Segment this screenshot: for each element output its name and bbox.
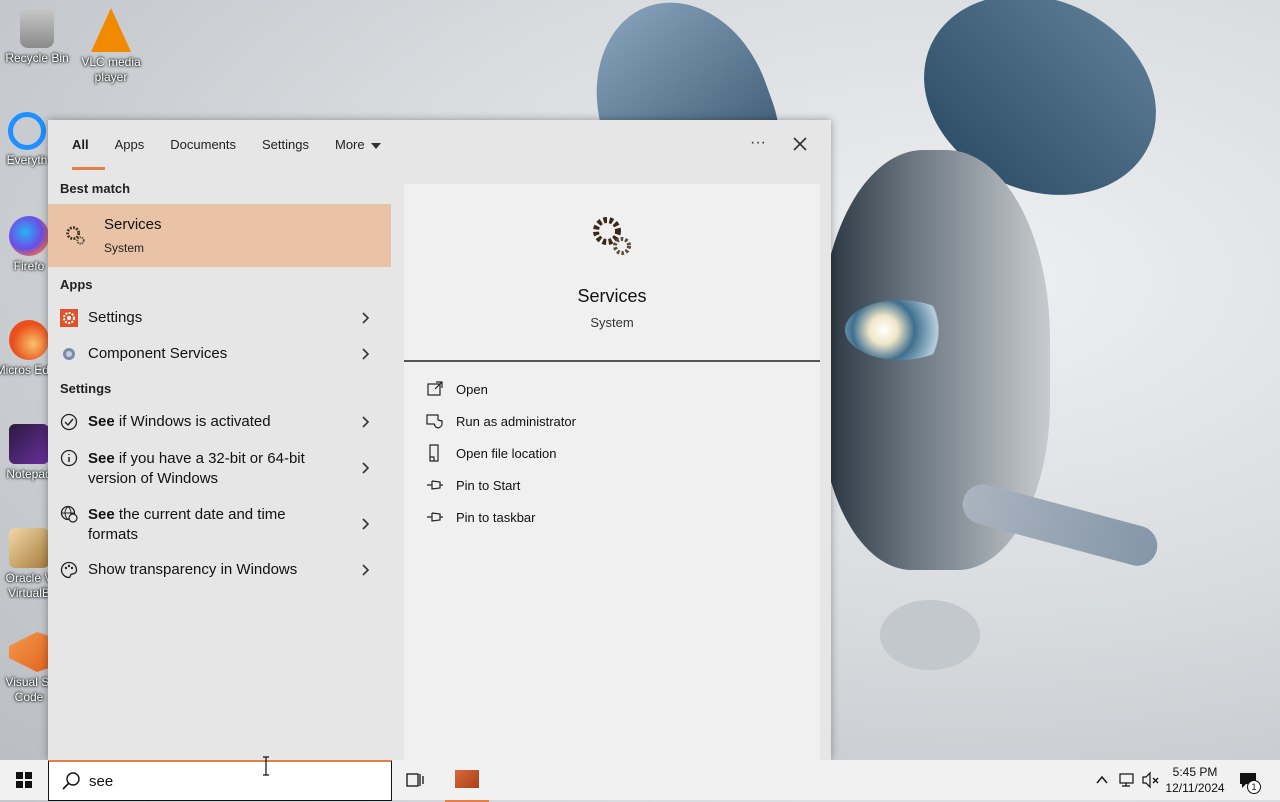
setting-item-text: See if you have a 32-bit or 64-bit versio… — [88, 450, 305, 487]
file-location-icon — [429, 444, 439, 462]
text-cursor-icon — [263, 756, 269, 776]
notepad-icon — [9, 424, 49, 464]
chevron-down-icon — [370, 142, 381, 149]
search-icon — [62, 772, 80, 790]
action-center-button[interactable]: 1 — [1238, 770, 1261, 794]
volume-muted-icon[interactable] — [1141, 771, 1161, 789]
gears-icon — [66, 226, 85, 245]
globe-clock-icon — [60, 505, 78, 523]
component-services-icon — [63, 348, 75, 360]
app-item-settings[interactable]: Settings — [48, 301, 391, 335]
preview-divider — [404, 360, 820, 362]
task-view-icon[interactable] — [405, 770, 425, 790]
windows-start-icon[interactable] — [0, 760, 48, 800]
palette-icon — [60, 561, 78, 579]
action-label: Run as administrator — [456, 414, 576, 429]
action-open[interactable]: Open — [426, 380, 726, 400]
taskbar: see 5:45 PM 12/11/2024 1 — [0, 760, 1280, 802]
filter-tabs: All Apps Documents Settings More — [48, 120, 831, 170]
chevron-right-icon — [362, 312, 370, 324]
tab-documents[interactable]: Documents — [157, 120, 249, 170]
action-label: Open file location — [456, 446, 557, 461]
pin-icon — [427, 480, 443, 490]
preview-subtitle: System — [590, 315, 634, 330]
open-icon — [427, 381, 443, 396]
setting-item-transparency[interactable]: Show transparency in Windows — [48, 553, 391, 587]
best-match-heading: Best match — [60, 181, 131, 196]
tab-more[interactable]: More — [322, 120, 394, 170]
ellipsis-icon[interactable]: ··· — [746, 132, 770, 156]
clock-time: 5:45 PM — [1172, 765, 1218, 779]
tab-all[interactable]: All — [59, 120, 105, 170]
services-app-icon — [455, 770, 479, 788]
action-pin-to-taskbar[interactable]: Pin to taskbar — [426, 508, 726, 528]
tab-more-label: More — [335, 137, 365, 152]
action-label: Open — [456, 382, 488, 397]
close-icon[interactable] — [788, 132, 812, 156]
best-match-subtitle: System — [104, 241, 145, 255]
desktop-icon-recycle-bin[interactable]: Recycle Bin — [0, 8, 74, 66]
wallpaper-foot — [880, 600, 980, 670]
info-icon — [60, 449, 78, 467]
gears-icon — [593, 217, 631, 255]
chevron-right-icon — [362, 348, 370, 360]
virtualbox-icon — [9, 528, 49, 568]
action-pin-to-start[interactable]: Pin to Start — [426, 476, 726, 496]
app-item-component-services[interactable]: Component Services — [48, 337, 391, 371]
chevron-right-icon — [362, 462, 370, 474]
network-icon[interactable] — [1118, 771, 1136, 789]
settings-heading: Settings — [60, 381, 112, 396]
setting-item-text: See the current date and time formats — [88, 506, 286, 543]
action-open-file-location[interactable]: Open file location — [426, 444, 726, 464]
taskbar-search-input[interactable]: see — [48, 760, 392, 801]
app-item-label: Component Services — [88, 345, 228, 362]
system-clock[interactable]: 5:45 PM 12/11/2024 — [1162, 764, 1228, 796]
notification-count-badge: 1 — [1247, 780, 1261, 794]
best-match-item[interactable]: Services System — [48, 204, 391, 267]
start-search-panel: All Apps Documents Settings More ··· Bes… — [48, 120, 831, 760]
chevron-right-icon — [362, 518, 370, 530]
desktop-icon-vlc[interactable]: VLC media player — [74, 8, 148, 85]
vscode-icon — [9, 632, 49, 672]
recycle-bin-icon — [20, 8, 54, 48]
edge-icon — [9, 320, 49, 360]
everything-search-icon — [8, 112, 46, 150]
taskbar-app-services[interactable] — [445, 764, 489, 802]
shield-icon — [426, 414, 443, 429]
chevron-right-icon — [362, 564, 370, 576]
tab-settings[interactable]: Settings — [249, 120, 322, 170]
apps-heading: Apps — [60, 277, 93, 292]
clock-date: 12/11/2024 — [1165, 781, 1225, 795]
chevron-right-icon — [362, 416, 370, 428]
settings-gear-icon — [60, 309, 78, 327]
tab-apps[interactable]: Apps — [102, 120, 158, 170]
search-query-text: see — [89, 773, 114, 790]
setting-item-text: See if Windows is activated — [88, 413, 271, 430]
setting-item-activation[interactable]: See if Windows is activated — [48, 405, 391, 439]
action-label: Pin to Start — [456, 478, 521, 493]
check-circle-icon — [60, 413, 78, 431]
preview-title: Services — [577, 286, 647, 306]
setting-item-date-time[interactable]: See the current date and time formats — [48, 497, 391, 551]
app-item-label: Settings — [88, 309, 143, 326]
best-match-title: Services — [104, 216, 162, 233]
chevron-up-icon[interactable] — [1095, 773, 1109, 787]
preview-pane: Services System Open Run as administrato… — [404, 184, 820, 760]
vlc-icon — [91, 8, 131, 52]
setting-item-bitness[interactable]: See if you have a 32-bit or 64-bit versio… — [48, 441, 391, 495]
action-label: Pin to taskbar — [456, 510, 536, 525]
pin-icon — [427, 512, 443, 522]
wallpaper-eye — [845, 300, 955, 360]
results-list: Best match Services System Apps Settings… — [48, 175, 393, 760]
action-run-as-admin[interactable]: Run as administrator — [426, 412, 726, 432]
firefox-icon — [9, 216, 49, 256]
setting-item-text: Show transparency in Windows — [88, 561, 298, 578]
